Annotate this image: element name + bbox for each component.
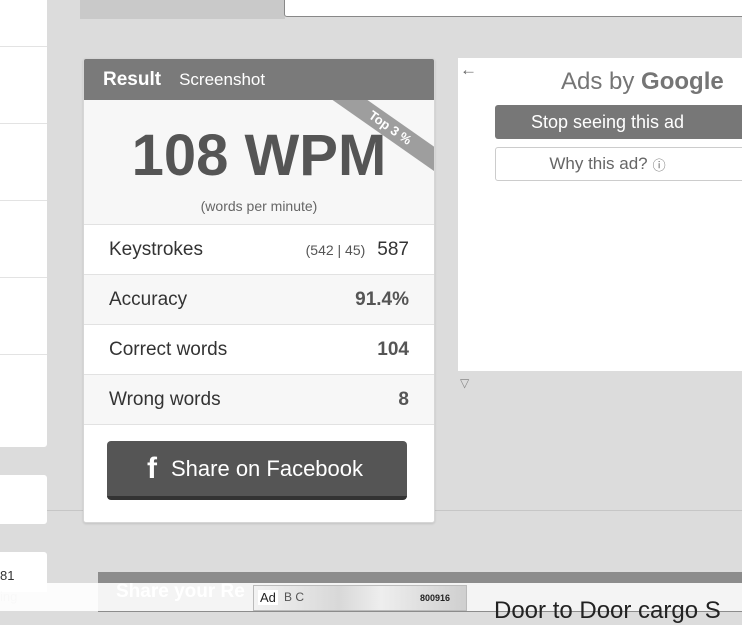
- ads-by-google: Ads by Google: [561, 68, 724, 96]
- stat-row-correct-words: Correct words 104: [84, 325, 434, 375]
- banner-logo-icon: B C: [284, 590, 305, 604]
- stat-label: Correct words: [109, 338, 228, 360]
- sidebar-box: [0, 475, 47, 524]
- facebook-icon: f: [147, 451, 157, 485]
- ad-badge: Ad: [258, 590, 278, 605]
- correct-words-value: 104: [377, 338, 409, 360]
- result-card: Result Screenshot Top 3 % 108 WPM (words…: [83, 58, 435, 523]
- wpm-section: Top 3 % 108 WPM (words per minute): [84, 100, 434, 225]
- sidebar-number: 81: [0, 568, 15, 583]
- banner-headline[interactable]: Door to Door cargo S: [494, 597, 721, 625]
- typing-input[interactable]: [284, 0, 742, 17]
- stat-row-keystrokes: Keystrokes (542 | 45) 587: [84, 225, 434, 275]
- result-card-header: Result Screenshot: [84, 59, 434, 100]
- info-icon: ⓘ: [652, 157, 666, 173]
- sidebar-row[interactable]: [0, 201, 47, 278]
- sidebar-row[interactable]: [0, 124, 47, 201]
- top-bar: [80, 0, 285, 19]
- ads-by-label: Ads by: [561, 68, 635, 95]
- sidebar-row[interactable]: [0, 278, 47, 355]
- adchoices-icon[interactable]: ▽: [460, 376, 469, 390]
- stop-seeing-ad-button[interactable]: Stop seeing this ad: [495, 105, 742, 139]
- tab-screenshot[interactable]: Screenshot: [179, 70, 265, 90]
- why-this-ad-label: Why this ad?: [549, 154, 648, 173]
- sidebar-row[interactable]: [0, 47, 47, 124]
- stat-row-accuracy: Accuracy 91.4%: [84, 275, 434, 325]
- stat-label: Wrong words: [109, 388, 221, 410]
- sidebar-list: [0, 0, 47, 447]
- keystrokes-value: 587: [377, 238, 409, 260]
- rank-ribbon: Top 3 %: [324, 100, 434, 210]
- wrong-words-value: 8: [398, 388, 409, 410]
- rank-ribbon-label: Top 3 %: [324, 100, 434, 183]
- share-facebook-label: Share on Facebook: [171, 455, 364, 481]
- why-this-ad-button[interactable]: Why this ad? ⓘ: [495, 147, 742, 181]
- stat-label: Keystrokes: [109, 238, 203, 260]
- banner-phone: 800916: [420, 593, 451, 603]
- share-facebook-button[interactable]: f Share on Facebook: [107, 441, 407, 500]
- sidebar-row[interactable]: [0, 0, 47, 47]
- ad-panel: ← Ads by Google Stop seeing this ad Why …: [458, 58, 742, 371]
- google-logo: Google: [641, 68, 724, 95]
- back-arrow-icon[interactable]: ←: [460, 60, 477, 80]
- stat-row-wrong-words: Wrong words 8: [84, 375, 434, 425]
- bottom-banner-ad[interactable]: Ad B C 800916 Door to Door cargo S: [0, 583, 742, 624]
- accuracy-value: 91.4%: [355, 288, 409, 310]
- banner-image[interactable]: Ad B C 800916: [253, 585, 467, 611]
- stat-label: Accuracy: [109, 288, 188, 310]
- tab-result[interactable]: Result: [103, 69, 161, 91]
- keystrokes-detail: (542 | 45): [305, 241, 366, 258]
